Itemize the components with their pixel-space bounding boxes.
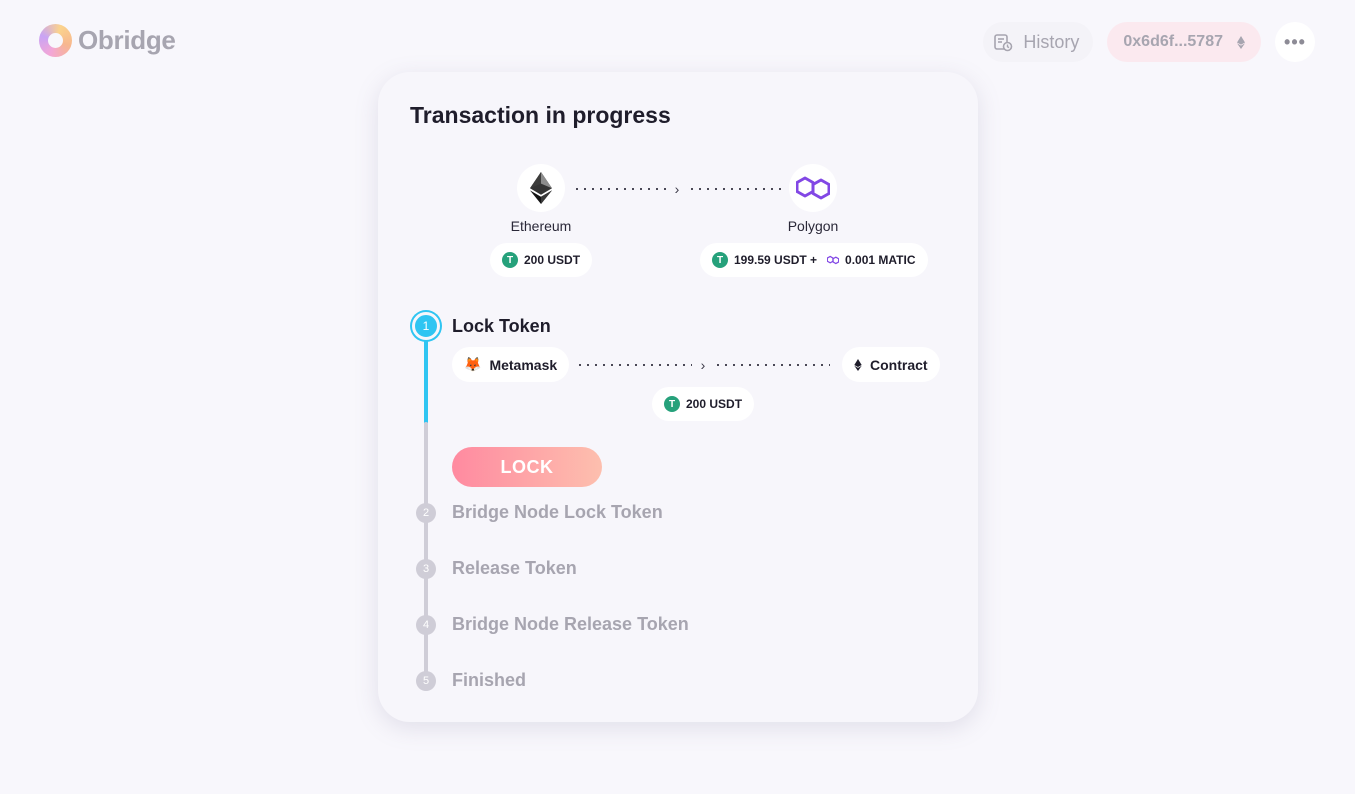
step-5-indicator: 5 [416,671,436,691]
to-chain: Polygon [753,164,873,234]
step-3-indicator: 3 [416,559,436,579]
step-3-label: Release Token [452,558,577,578]
to-chain-name: Polygon [787,218,839,234]
dotted-line [573,188,666,190]
chain-connector: › [573,180,782,198]
history-label: History [1023,31,1080,52]
header-actions: History 0x6d6f...5787 ••• [983,22,1315,62]
history-icon [994,34,1013,52]
ethereum-icon [854,358,862,371]
step-1-indicator: 1 [412,312,440,340]
metamask-icon: 🦊 [464,356,482,372]
dotted-line [576,364,692,366]
wallet-address: 0x6d6f...5787 [1123,33,1223,50]
from-amount: 200 USDT [524,253,581,267]
to-amount: 199.59 USDT + [734,253,818,267]
logo-text: Obridge [78,25,176,55]
lock-amount-badge: T 200 USDT [652,387,755,421]
step-5-label: Finished [452,670,527,690]
history-button[interactable]: History [983,22,1094,62]
step-4-label: Bridge Node Release Token [452,614,689,634]
ethereum-icon [1237,35,1245,49]
tether-icon: T [712,252,728,268]
chevron-right-icon: › [674,181,680,197]
wallet-address-button[interactable]: 0x6d6f...5787 [1107,22,1261,62]
lock-connector: › [576,356,831,374]
dotted-line [714,364,831,366]
destination-contract-badge: Contract [842,347,940,382]
obridge-logo-icon [39,24,72,57]
from-chain: Ethereum [481,164,601,234]
app-logo[interactable]: Obridge [39,24,176,57]
step-1-label: Lock Token [452,316,551,336]
lock-amount: 200 USDT [686,397,743,411]
destination-name: Contract [870,356,928,373]
to-amount-badge: T 199.59 USDT + 0.001 MATIC [700,243,928,277]
polygon-icon [789,164,837,212]
chevron-right-icon: › [700,357,706,373]
more-menu-button[interactable]: ••• [1275,22,1315,62]
card-title: Transaction in progress [410,102,671,128]
from-amount-badge: T 200 USDT [490,243,593,277]
tether-icon: T [502,252,518,268]
progress-track-active [424,340,428,424]
polygon-icon [827,255,840,265]
transaction-card: Transaction in progress Ethereum › Polyg… [378,72,978,722]
source-wallet-name: Metamask [489,356,558,373]
step-4-indicator: 4 [416,615,436,635]
ethereum-icon [517,164,565,212]
more-icon: ••• [1284,31,1306,52]
tether-icon: T [664,396,680,412]
step-2-indicator: 2 [416,503,436,523]
lock-button[interactable]: LOCK [452,447,602,487]
source-wallet-badge: 🦊 Metamask [452,347,570,382]
from-chain-name: Ethereum [510,218,572,234]
progress-track [424,422,428,680]
step-2-label: Bridge Node Lock Token [452,502,663,522]
fee-amount: 0.001 MATIC [845,253,916,267]
